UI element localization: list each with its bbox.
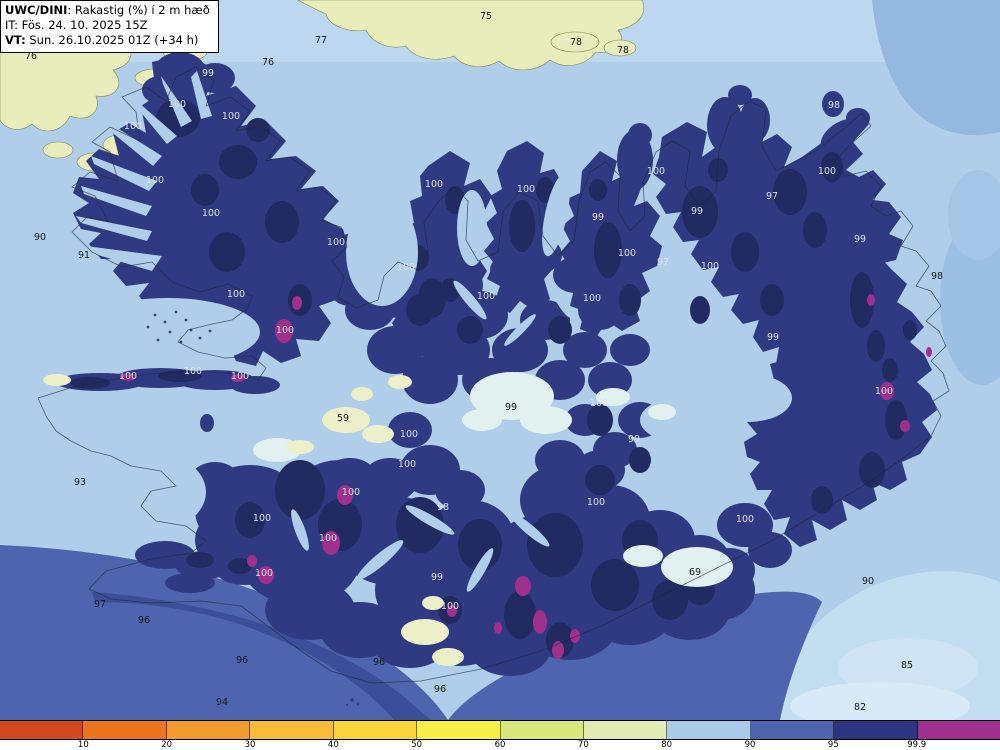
colorbar-tick-label: 30 [244,740,256,750]
colorbar-segment [250,721,334,739]
colorbar: 10 20 30 40 50 60 70 80 90 95 99.9 [0,720,1000,750]
weather-map-page: 75 77 78 78 76 76 99 100 98 100 100 100 100 100 100 100… [0,0,1000,750]
colorbar-segment [834,721,918,739]
colorbar-tick-label: 80 [661,740,673,750]
colorbar-segments [0,720,1000,740]
model-name: UWC/DINI [5,3,68,17]
colorbar-tick-label: 50 [411,740,423,750]
colorbar-tick-label: 95 [827,740,839,750]
colorbar-tick-label: 90 [744,740,756,750]
colorbar-segment [583,721,668,739]
colorbar-segment [166,721,251,739]
colorbar-segment [500,721,584,739]
colorbar-segment [333,721,418,739]
colorbar-tick-label: 60 [494,740,506,750]
valid-time-label: VT: [5,33,26,48]
title-line-parameter: UWC/DINI: Rakastig (%) í 2 m hæð [5,3,210,18]
colorbar-ticks: 10 20 30 40 50 60 70 80 90 95 99.9 [0,740,1000,750]
colorbar-segment [0,721,84,739]
title-box: UWC/DINI: Rakastig (%) í 2 m hæð IT: Fös… [0,0,219,53]
colorbar-segment [917,721,1000,739]
title-line-init-time: IT: Fös. 24. 10. 2025 15Z [5,18,148,33]
colorbar-tick-label: 10 [77,740,89,750]
colorbar-segment [417,721,501,739]
parameter-name: : Rakastig (%) í 2 m hæð [67,3,210,17]
colorbar-segment [750,721,835,739]
colorbar-tick-label: 20 [161,740,173,750]
colorbar-segment [83,721,167,739]
humidity-map [0,0,1000,720]
colorbar-tick-label: 99.9 [907,740,927,750]
valid-time-value: Sun. 26.10.2025 01Z (+34 h) [25,33,199,48]
colorbar-segment [667,721,751,739]
colorbar-tick-label: 70 [577,740,589,750]
colorbar-tick-label: 40 [327,740,339,750]
title-line-valid-time: VT: Sun. 26.10.2025 01Z (+34 h) [5,33,210,48]
